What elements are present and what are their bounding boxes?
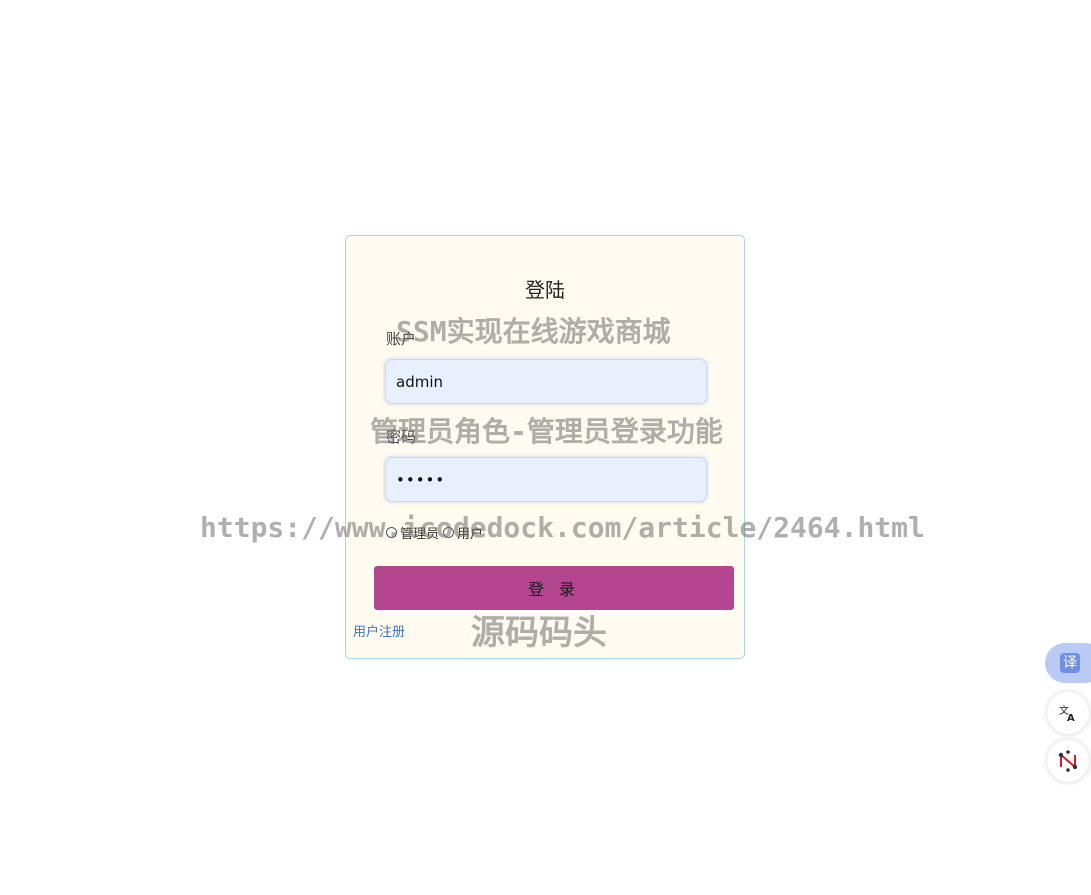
translate-button[interactable]: 译 — [1045, 643, 1091, 683]
register-link[interactable]: 用户注册 — [353, 621, 405, 640]
language-switch-button[interactable]: 文 A — [1047, 692, 1089, 734]
admin-radio[interactable] — [386, 527, 397, 538]
account-input[interactable] — [385, 359, 707, 404]
password-input[interactable] — [385, 457, 707, 502]
role-radio-group: 管理员 用户 — [386, 523, 487, 542]
language-switch-icon: 文 A — [1059, 704, 1075, 723]
network-node-icon — [1058, 750, 1078, 772]
login-button[interactable]: 登 录 — [374, 566, 734, 610]
network-node-button[interactable] — [1047, 740, 1089, 782]
translate-icon: 译 — [1060, 653, 1080, 673]
login-title: 登陆 — [525, 278, 565, 302]
svg-text:A: A — [1067, 713, 1075, 723]
user-radio-label: 用户 — [457, 527, 484, 542]
role-option-admin[interactable]: 管理员 — [386, 523, 439, 542]
login-card: 登陆 账户 密码 管理员 用户 登 录 用户注册 — [345, 235, 745, 659]
account-label: 账户 — [386, 330, 417, 348]
login-page: 登陆 账户 密码 管理员 用户 登 录 用户注册 SSM实现在线游戏商城 管理员… — [0, 0, 1091, 895]
password-label: 密码 — [386, 428, 417, 446]
role-option-user[interactable]: 用户 — [443, 523, 483, 542]
user-radio[interactable] — [443, 527, 455, 538]
admin-radio-label: 管理员 — [400, 527, 440, 542]
